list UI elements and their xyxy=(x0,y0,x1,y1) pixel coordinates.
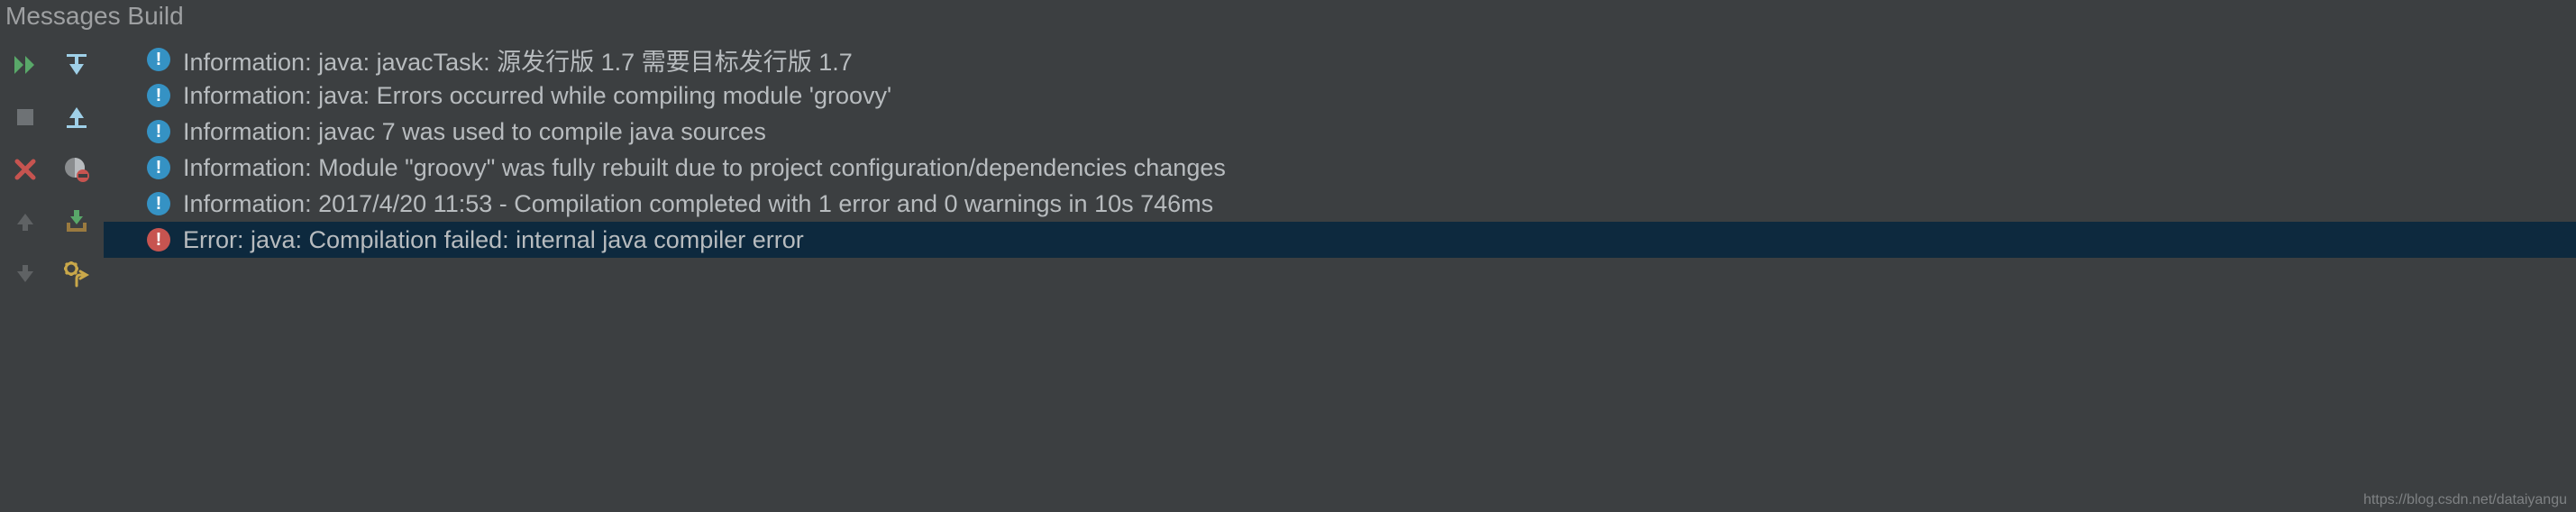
rerun-button[interactable] xyxy=(9,49,41,81)
messages-panel: ! Information: java: javacTask: 源发行版 1.7… xyxy=(0,36,2576,512)
info-icon: ! xyxy=(147,84,170,107)
message-row[interactable]: ! Information: javac 7 was used to compi… xyxy=(104,114,2576,150)
close-button[interactable] xyxy=(9,153,41,186)
message-text: Error: java: Compilation failed: interna… xyxy=(183,226,804,254)
message-row[interactable]: ! Information: Module "groovy" was fully… xyxy=(104,150,2576,186)
filter-button[interactable] xyxy=(60,153,93,186)
up-button[interactable] xyxy=(9,206,41,238)
panel-title: Messages Build xyxy=(0,0,2576,36)
down-button[interactable] xyxy=(9,258,41,290)
toolbar-left-1 xyxy=(0,36,50,512)
stop-button[interactable] xyxy=(9,101,41,133)
message-row[interactable]: ! Information: java: Errors occurred whi… xyxy=(104,78,2576,114)
settings-button[interactable] xyxy=(60,258,93,290)
export-button[interactable] xyxy=(60,206,93,238)
message-text: Information: 2017/4/20 11:53 - Compilati… xyxy=(183,190,1213,218)
collapse-all-button[interactable] xyxy=(60,101,93,133)
expand-all-button[interactable] xyxy=(60,49,93,81)
watermark-text: https://blog.csdn.net/dataiyangu xyxy=(2363,492,2567,508)
toolbar-left-2 xyxy=(50,36,104,512)
info-icon: ! xyxy=(147,156,170,179)
message-text: Information: Module "groovy" was fully r… xyxy=(183,154,1226,182)
message-text: Information: java: Errors occurred while… xyxy=(183,82,891,110)
error-icon: ! xyxy=(147,228,170,251)
info-icon: ! xyxy=(147,192,170,215)
message-text: Information: java: javacTask: 源发行版 1.7 需… xyxy=(183,42,853,78)
message-row[interactable]: ! Error: java: Compilation failed: inter… xyxy=(104,222,2576,258)
message-text: Information: javac 7 was used to compile… xyxy=(183,118,766,146)
messages-list: ! Information: java: javacTask: 源发行版 1.7… xyxy=(104,36,2576,512)
message-row[interactable]: ! Information: java: javacTask: 源发行版 1.7… xyxy=(104,41,2576,78)
info-icon: ! xyxy=(147,120,170,143)
message-row[interactable]: ! Information: 2017/4/20 11:53 - Compila… xyxy=(104,186,2576,222)
info-icon: ! xyxy=(147,48,170,71)
